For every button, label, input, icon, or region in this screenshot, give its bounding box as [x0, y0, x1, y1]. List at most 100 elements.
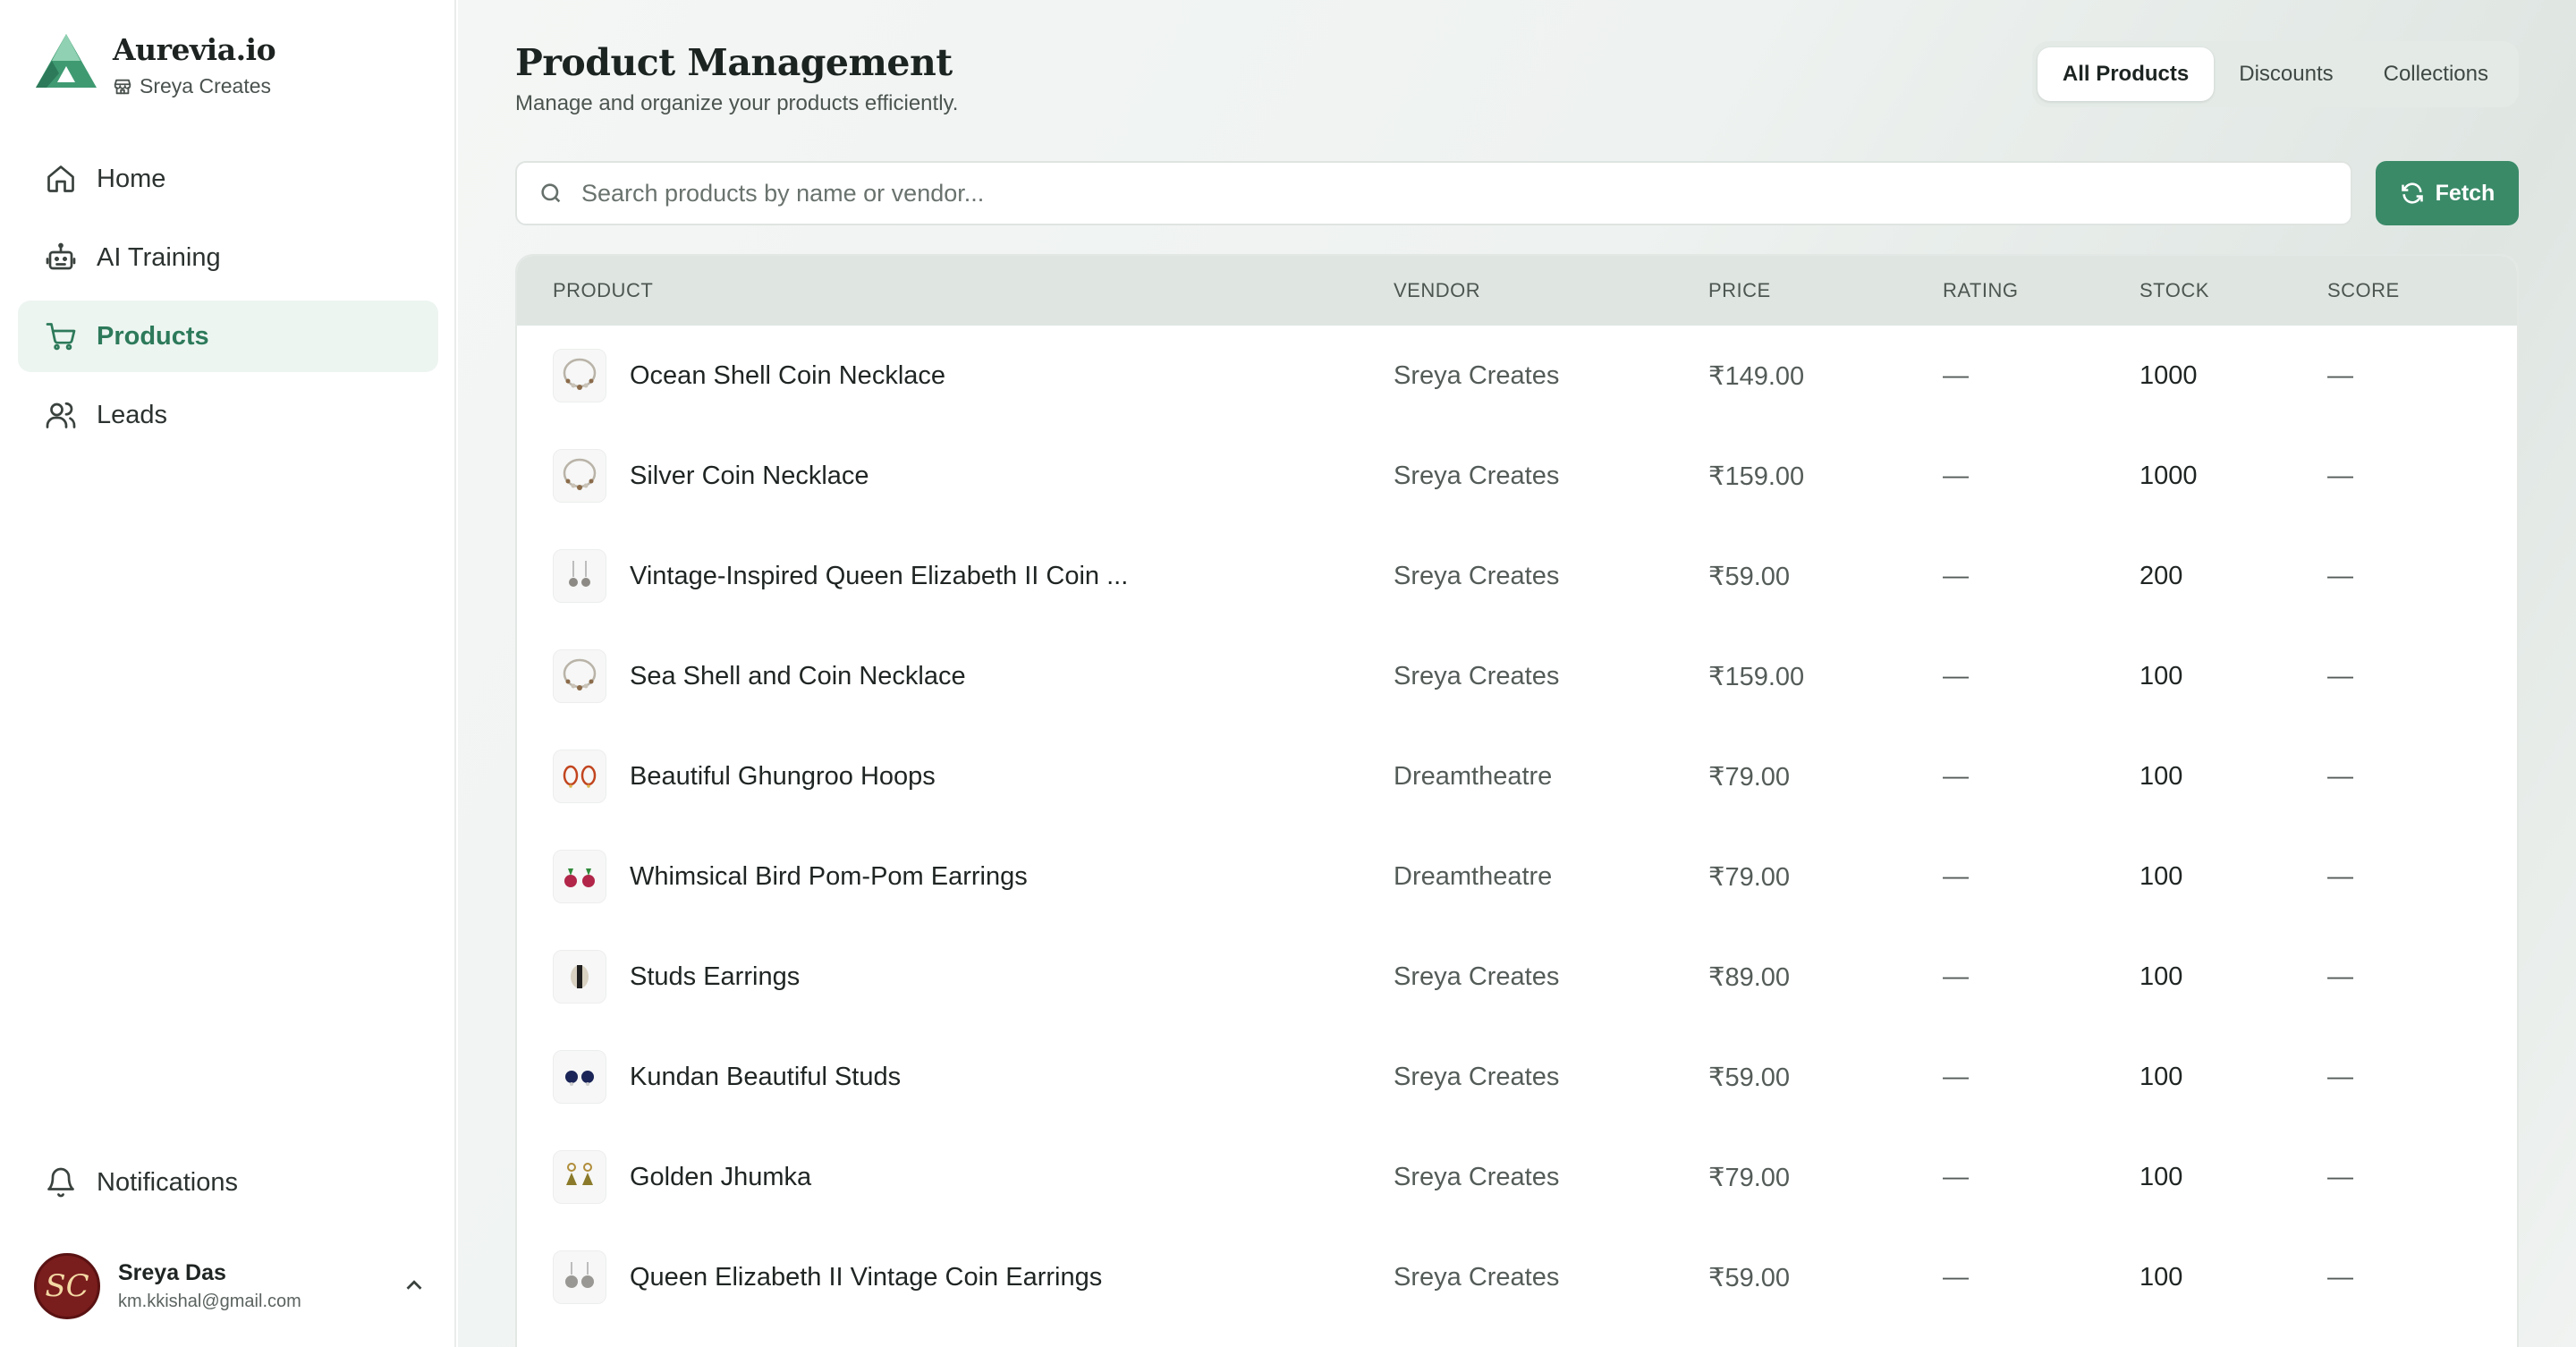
- sidebar: Aurevia.io Sreya Creates Home AI Trainin…: [0, 0, 456, 1347]
- price-cell: ₹159.00: [1708, 662, 1805, 691]
- table-row[interactable]: Beautiful Ghungroo Hoops Dreamtheatre ₹79.…: [517, 726, 2517, 826]
- table-row[interactable]: Whimsical Bird Pom-Pom Earrings Dreamthea…: [517, 826, 2517, 927]
- refresh-icon: [2401, 182, 2423, 204]
- rating-cell: —: [1943, 661, 1969, 690]
- sidebar-item-label: Products: [97, 321, 209, 351]
- sidebar-item-label: AI Training: [97, 242, 221, 272]
- sidebar-item-leads[interactable]: Leads: [18, 379, 438, 451]
- score-cell: —: [2327, 1262, 2353, 1292]
- stock-cell: 100: [2140, 1062, 2183, 1091]
- stock-cell: 100: [2140, 1262, 2183, 1292]
- product-thumbnail: [553, 649, 606, 703]
- sidebar-item-products[interactable]: Products: [18, 301, 438, 372]
- product-name[interactable]: Kundan Beautiful Studs: [630, 1063, 901, 1092]
- table-body: Ocean Shell Coin Necklace Sreya Creates ₹1…: [517, 326, 2517, 1327]
- score-cell: —: [2327, 661, 2353, 690]
- stock-cell: 100: [2140, 962, 2183, 991]
- user-email: km.kkishal@gmail.com: [118, 1292, 301, 1311]
- tab-all-products[interactable]: All Products: [2037, 47, 2215, 101]
- brand-logo-icon: [36, 34, 97, 88]
- vendor-cell: Sreya Creates: [1394, 661, 1560, 690]
- tab-discounts[interactable]: Discounts: [2214, 47, 2358, 101]
- vendor-cell: Dreamtheatre: [1394, 761, 1553, 791]
- store-name: Sreya Creates: [113, 74, 275, 98]
- sidebar-item-notifications[interactable]: Notifications: [18, 1147, 438, 1218]
- table-row[interactable]: Studs Earrings Sreya Creates ₹89.00 — 100 —: [517, 927, 2517, 1027]
- users-icon: [46, 402, 76, 428]
- score-cell: —: [2327, 360, 2353, 390]
- stock-cell: 200: [2140, 561, 2183, 590]
- vendor-cell: Sreya Creates: [1394, 1062, 1560, 1091]
- score-cell: —: [2327, 1162, 2353, 1191]
- column-header-vendor[interactable]: VENDOR: [1394, 279, 1708, 302]
- user-menu[interactable]: SC Sreya Das km.kkishal@gmail.com: [34, 1252, 428, 1320]
- product-cell: Queen Elizabeth II Vintage Coin Earrings: [517, 1250, 1394, 1304]
- sidebar-item-ai-training[interactable]: AI Training: [18, 222, 438, 293]
- chevron-up-icon[interactable]: [401, 1272, 428, 1299]
- table-row[interactable]: Sea Shell and Coin Necklace Sreya Creates…: [517, 626, 2517, 726]
- cart-icon: [46, 323, 76, 351]
- stock-cell: 100: [2140, 761, 2183, 791]
- main-content: Product Management Manage and organize y…: [458, 0, 2576, 1347]
- product-tabs: All Products Discounts Collections: [2031, 41, 2519, 107]
- table-row[interactable]: Silver Coin Necklace Sreya Creates ₹159.00…: [517, 426, 2517, 526]
- price-cell: ₹79.00: [1708, 862, 1791, 892]
- product-name[interactable]: Sea Shell and Coin Necklace: [630, 662, 966, 691]
- table-row[interactable]: Golden Jhumka Sreya Creates ₹79.00 — 100 —: [517, 1127, 2517, 1227]
- product-cell: Vintage-Inspired Queen Elizabeth II Coin…: [517, 549, 1394, 603]
- brand[interactable]: Aurevia.io Sreya Creates: [34, 30, 276, 98]
- product-cell: Silver Coin Necklace: [517, 449, 1394, 503]
- vendor-cell: Sreya Creates: [1394, 1162, 1560, 1191]
- vendor-cell: Sreya Creates: [1394, 461, 1560, 490]
- rating-cell: —: [1943, 1262, 1969, 1292]
- product-name[interactable]: Vintage-Inspired Queen Elizabeth II Coin…: [630, 562, 1128, 591]
- product-cell: Sea Shell and Coin Necklace: [517, 649, 1394, 703]
- score-cell: —: [2327, 962, 2353, 991]
- product-name[interactable]: Queen Elizabeth II Vintage Coin Earrings: [630, 1263, 1102, 1292]
- notifications-section: Notifications: [18, 1147, 438, 1225]
- column-header-score[interactable]: SCORE: [2327, 279, 2506, 302]
- vendor-cell: Sreya Creates: [1394, 1262, 1560, 1292]
- table-header: PRODUCT VENDOR PRICE RATING STOCK SCORE: [517, 256, 2517, 326]
- stock-cell: 100: [2140, 661, 2183, 690]
- search-input[interactable]: [581, 179, 2281, 208]
- product-name[interactable]: Golden Jhumka: [630, 1163, 811, 1192]
- score-cell: —: [2327, 1062, 2353, 1091]
- table-row[interactable]: Queen Elizabeth II Vintage Coin Earrings…: [517, 1227, 2517, 1327]
- price-cell: ₹59.00: [1708, 1063, 1791, 1092]
- product-name[interactable]: Ocean Shell Coin Necklace: [630, 361, 945, 391]
- table-row[interactable]: Ocean Shell Coin Necklace Sreya Creates ₹1…: [517, 326, 2517, 426]
- column-header-price[interactable]: PRICE: [1708, 279, 1943, 302]
- price-cell: ₹59.00: [1708, 1263, 1791, 1292]
- fetch-button[interactable]: Fetch: [2376, 161, 2519, 225]
- product-cell: Golden Jhumka: [517, 1150, 1394, 1204]
- column-header-rating[interactable]: RATING: [1943, 279, 2140, 302]
- sidebar-item-home[interactable]: Home: [18, 143, 438, 215]
- store-icon: [114, 79, 131, 94]
- column-header-product[interactable]: PRODUCT: [517, 279, 1394, 302]
- sidebar-item-label: Home: [97, 164, 166, 193]
- store-name-label: Sreya Creates: [140, 74, 272, 97]
- table-row[interactable]: Kundan Beautiful Studs Sreya Creates ₹59.0…: [517, 1027, 2517, 1127]
- column-header-stock[interactable]: STOCK: [2140, 279, 2327, 302]
- product-cell: Kundan Beautiful Studs: [517, 1050, 1394, 1104]
- table-row[interactable]: Vintage-Inspired Queen Elizabeth II Coin…: [517, 526, 2517, 626]
- rating-cell: —: [1943, 861, 1969, 891]
- home-icon: [47, 165, 74, 192]
- product-thumbnail: [553, 1250, 606, 1304]
- products-table: PRODUCT VENDOR PRICE RATING STOCK SCORE …: [515, 254, 2519, 1347]
- search-bar: [515, 161, 2352, 225]
- product-name[interactable]: Beautiful Ghungroo Hoops: [630, 762, 936, 792]
- tab-collections[interactable]: Collections: [2359, 47, 2513, 101]
- product-name[interactable]: Silver Coin Necklace: [630, 462, 869, 491]
- product-thumbnail: [553, 549, 606, 603]
- sidebar-item-label: Notifications: [97, 1167, 238, 1197]
- rating-cell: —: [1943, 360, 1969, 390]
- rating-cell: —: [1943, 962, 1969, 991]
- product-thumbnail: [553, 449, 606, 503]
- product-name[interactable]: Studs Earrings: [630, 962, 800, 992]
- product-thumbnail: [553, 750, 606, 803]
- robot-icon: [46, 242, 76, 270]
- score-cell: —: [2327, 761, 2353, 791]
- product-name[interactable]: Whimsical Bird Pom-Pom Earrings: [630, 862, 1028, 892]
